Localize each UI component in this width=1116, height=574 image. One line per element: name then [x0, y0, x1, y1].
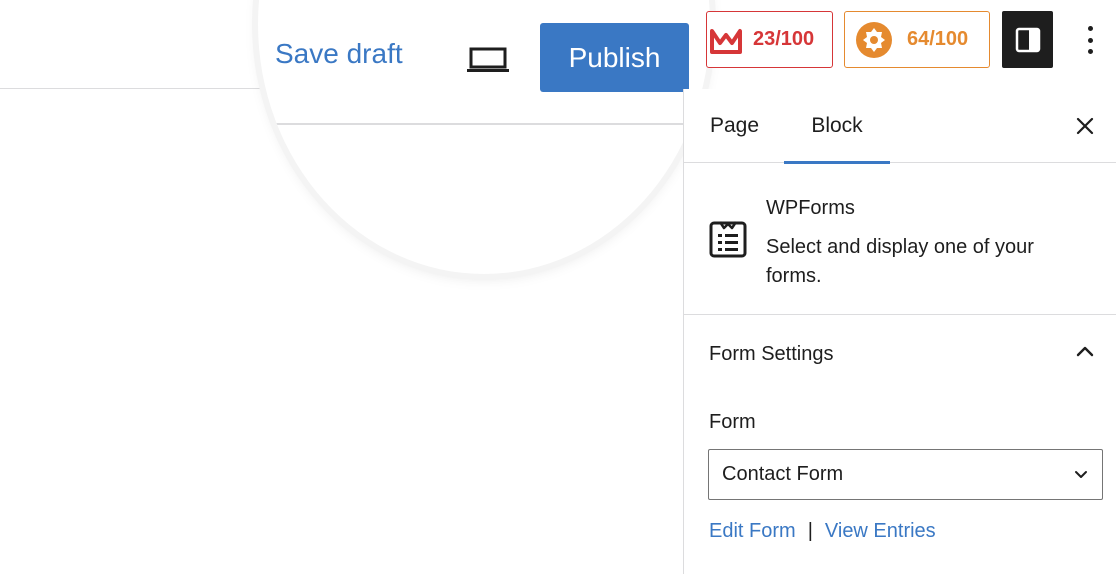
form-settings-toggle[interactable] [1072, 342, 1098, 362]
chevron-up-icon [1076, 346, 1094, 356]
publish-button[interactable]: Publish [540, 23, 689, 92]
magnifier-lens: Save draft Publish [258, 0, 710, 274]
edit-form-link[interactable]: Edit Form [709, 520, 796, 543]
block-card-divider [684, 314, 1116, 315]
tab-block[interactable]: Block [784, 89, 890, 164]
readability-score-value: 64/100 [907, 28, 969, 50]
view-entries-link[interactable]: View Entries [825, 520, 936, 543]
save-draft-button[interactable]: Save draft [275, 38, 403, 70]
chevron-down-icon [1075, 471, 1087, 478]
yoast-icon [710, 28, 742, 54]
readability-gear-icon [856, 21, 892, 58]
settings-toggle-button[interactable] [1002, 11, 1053, 68]
form-select[interactable]: Contact Form [708, 449, 1103, 500]
close-sidebar-button[interactable] [1072, 113, 1098, 139]
lens-header-divider [258, 123, 710, 125]
block-title: WPForms [766, 197, 855, 219]
vertical-ellipsis-icon[interactable] [1076, 22, 1104, 58]
readability-score-badge[interactable]: 64/100 [844, 11, 990, 68]
wpforms-icon [709, 221, 747, 258]
form-label: Form [709, 411, 756, 433]
seo-score-badge[interactable]: 23/100 [706, 11, 833, 68]
close-icon [1076, 117, 1094, 135]
form-links: Edit Form | View Entries [709, 520, 936, 543]
block-description: Select and display one of your forms. [766, 236, 1034, 287]
form-select-value: Contact Form [722, 463, 844, 485]
sidebar-toggle-icon [1015, 27, 1040, 52]
form-settings-title[interactable]: Form Settings [709, 343, 833, 366]
settings-sidebar: Page Block [683, 89, 1116, 574]
link-separator: | [807, 520, 813, 542]
sidebar-tabs: Page Block [684, 89, 1116, 164]
laptop-icon[interactable] [466, 46, 510, 74]
tab-page[interactable]: Page [710, 89, 759, 163]
seo-score-value: 23/100 [753, 28, 815, 50]
